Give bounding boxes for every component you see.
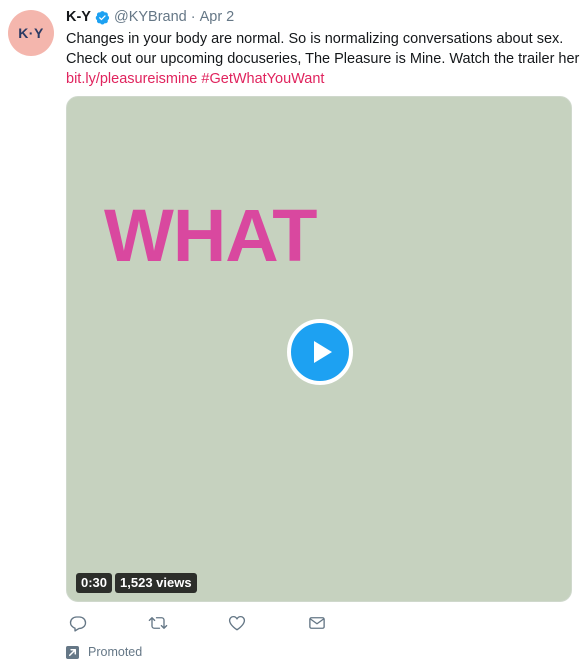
envelope-icon[interactable]: [308, 614, 330, 634]
video-badges: 0:30 1,523 views: [76, 573, 197, 593]
tweet-text-line: Check out our upcoming docuseries, The P…: [66, 51, 580, 67]
promoted-text: Promoted: [88, 645, 143, 659]
tweet-links-line: bit.ly/pleasureismine #GetWhatYouWant: [66, 69, 576, 89]
tweet-link[interactable]: bit.ly/pleasureismine: [66, 71, 197, 87]
heart-icon[interactable]: [228, 614, 250, 634]
video-frame-text: WHAT: [104, 194, 317, 277]
tweet-hashtag[interactable]: #GetWhatYouWant: [201, 71, 324, 87]
verified-badge-icon: [95, 10, 110, 25]
tweet-date[interactable]: Apr 2: [200, 9, 235, 25]
tweet-actions: [66, 614, 386, 636]
tweet-text: Changes in your body are normal. So is n…: [66, 29, 580, 89]
promoted-arrow-icon: [66, 645, 79, 659]
account-name[interactable]: K-Y: [66, 9, 91, 25]
promoted-label[interactable]: Promoted: [66, 645, 142, 659]
separator-dot: ·: [190, 9, 196, 25]
account-handle[interactable]: @KYBrand: [114, 9, 187, 25]
tweet: K·Y K-Y @KYBrand · Apr 2 Changes in your…: [0, 0, 580, 669]
tweet-header: K-Y @KYBrand · Apr 2: [66, 8, 234, 26]
play-icon: [314, 341, 332, 363]
tweet-text-line: Changes in your body are normal. So is n…: [66, 31, 564, 47]
avatar-logo-text: K·Y: [18, 25, 44, 41]
video-player[interactable]: WHAT 0:30 1,523 views: [66, 96, 572, 602]
play-button[interactable]: [287, 319, 353, 385]
video-views-badge: 1,523 views: [115, 573, 197, 593]
retweet-icon[interactable]: [148, 614, 170, 634]
video-duration-badge: 0:30: [76, 573, 113, 593]
reply-icon[interactable]: [69, 614, 91, 634]
avatar[interactable]: K·Y: [8, 10, 54, 56]
